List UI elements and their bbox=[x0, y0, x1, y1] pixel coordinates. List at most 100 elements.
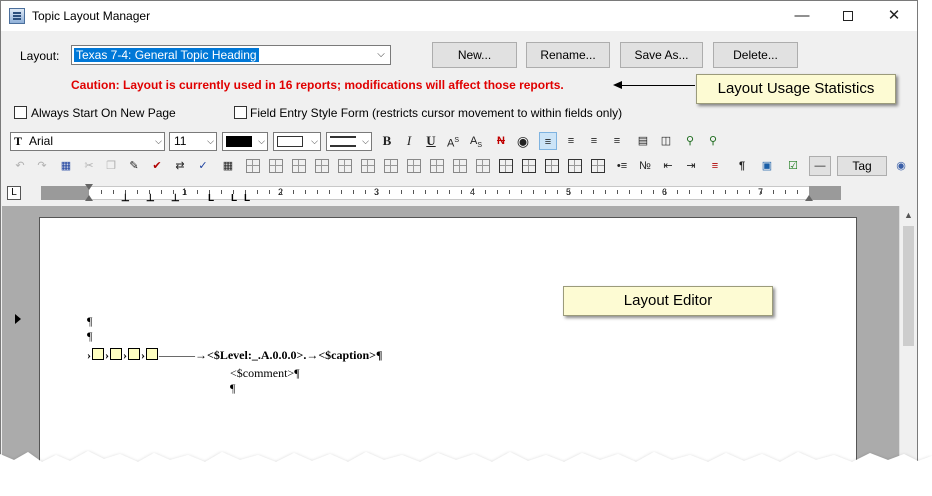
table-split-icon[interactable] bbox=[361, 159, 375, 173]
ruler-tick bbox=[725, 190, 726, 194]
close-button[interactable]: ✕ bbox=[871, 1, 917, 31]
cell-border-inside-icon[interactable] bbox=[476, 159, 490, 173]
clear-format-icon[interactable]: ✔ bbox=[148, 157, 166, 175]
maximize-button[interactable] bbox=[825, 1, 871, 31]
cell-border-outside-icon[interactable] bbox=[499, 159, 513, 173]
globe-icon[interactable]: ◉ bbox=[892, 157, 910, 175]
ruler-tick bbox=[605, 190, 606, 194]
first-line-indent-marker[interactable] bbox=[85, 184, 93, 190]
delete-button[interactable]: Delete... bbox=[713, 42, 798, 68]
table-merge-icon[interactable] bbox=[338, 159, 352, 173]
ruler-tick bbox=[317, 190, 318, 194]
web-link-icon[interactable]: ◉ bbox=[514, 132, 532, 150]
page-icon[interactable]: ◫ bbox=[657, 132, 675, 150]
show-paragraph-marks-icon[interactable]: ¶ bbox=[733, 157, 751, 175]
cell-border-top-icon[interactable] bbox=[430, 159, 444, 173]
table-insert-row-icon[interactable] bbox=[246, 159, 260, 173]
layout-dropdown[interactable]: Texas 7-4: General Topic Heading ⌵ bbox=[71, 45, 391, 65]
field-box[interactable] bbox=[128, 348, 140, 360]
minimize-button[interactable]: — bbox=[779, 1, 825, 31]
tab-arrow: › bbox=[123, 348, 127, 362]
align-justify-icon[interactable]: ≡ bbox=[585, 132, 603, 150]
field-box[interactable] bbox=[110, 348, 122, 360]
field-box[interactable] bbox=[146, 348, 158, 360]
field-box[interactable] bbox=[92, 348, 104, 360]
horizontal-line-icon[interactable]: — bbox=[809, 156, 831, 176]
align-center-icon[interactable]: ≡ bbox=[562, 132, 580, 150]
cell-properties-icon[interactable] bbox=[591, 159, 605, 173]
tab-type-selector[interactable]: L bbox=[7, 186, 21, 200]
table-insert-column-icon[interactable] bbox=[269, 159, 283, 173]
comment-field-line[interactable]: <$comment>¶ bbox=[230, 366, 300, 381]
italic-button[interactable]: I bbox=[400, 132, 418, 150]
layout-selected-value: Texas 7-4: General Topic Heading bbox=[73, 47, 260, 63]
page-break-icon[interactable]: ≡ bbox=[706, 157, 724, 175]
level-field: <$Level:_.A.0.0.0>. bbox=[207, 348, 307, 362]
scroll-up-icon[interactable]: ▲ bbox=[900, 210, 917, 220]
ruler-tick bbox=[485, 190, 486, 194]
ruler-tick bbox=[521, 190, 522, 194]
increase-indent-icon[interactable]: ⇥ bbox=[682, 157, 700, 175]
ruler-tick bbox=[665, 190, 666, 194]
underline-button[interactable]: U bbox=[422, 132, 440, 150]
bold-button[interactable]: B bbox=[378, 132, 396, 150]
superscript-button[interactable]: AS bbox=[444, 132, 462, 150]
new-button[interactable]: New... bbox=[432, 42, 517, 68]
numbered-list-icon[interactable]: № bbox=[636, 157, 654, 175]
undo-icon[interactable]: ↶ bbox=[11, 157, 29, 175]
field-entry-checkbox[interactable] bbox=[234, 106, 247, 119]
paragraph-format-icon[interactable]: ▤ bbox=[634, 132, 652, 150]
cell-border-right-icon[interactable] bbox=[407, 159, 421, 173]
insert-image-icon[interactable]: ▣ bbox=[758, 157, 776, 175]
copy-icon[interactable]: ❐ bbox=[102, 157, 120, 175]
paragraph-mark: ¶ bbox=[87, 314, 93, 328]
ruler-left-margin bbox=[41, 186, 89, 200]
cell-border-bottom-icon[interactable] bbox=[453, 159, 467, 173]
current-line-marker bbox=[15, 314, 21, 324]
ruler-right-margin bbox=[809, 186, 841, 200]
zoom-out-icon[interactable]: ⚲ bbox=[704, 132, 722, 150]
caution-message: Caution: Layout is currently used in 16 … bbox=[71, 78, 564, 92]
redo-icon[interactable]: ↷ bbox=[33, 157, 51, 175]
align-left-icon[interactable]: ≡ bbox=[539, 132, 557, 150]
zoom-in-icon[interactable]: ⚲ bbox=[681, 132, 699, 150]
scrollbar-thumb[interactable] bbox=[903, 226, 914, 346]
rename-button[interactable]: Rename... bbox=[526, 42, 610, 68]
font-size-value: 11 bbox=[174, 134, 187, 148]
cut-icon[interactable]: ✂ bbox=[80, 157, 98, 175]
always-start-checkbox[interactable] bbox=[14, 106, 27, 119]
subscript-button[interactable]: AS bbox=[467, 132, 485, 150]
bullet-list-icon[interactable]: •≡ bbox=[613, 157, 631, 175]
ruler-tick bbox=[545, 190, 546, 194]
heading-template-line[interactable]: › › › › ———→<$Level:_.A.0.0.0>.→<$caption>¶ bbox=[87, 348, 383, 363]
ruler-tick bbox=[257, 190, 258, 194]
insert-table-icon[interactable]: ▦ bbox=[219, 157, 237, 175]
cell-border-left-icon[interactable] bbox=[384, 159, 398, 173]
cell-shading-icon[interactable] bbox=[568, 159, 582, 173]
cell-border-all-icon[interactable] bbox=[522, 159, 536, 173]
checkbox-field-icon[interactable]: ☑ bbox=[784, 157, 802, 175]
tag-button[interactable]: Tag bbox=[837, 156, 887, 176]
text-color-dropdown[interactable]: ⌵ bbox=[222, 132, 268, 151]
format-painter-icon[interactable]: ▦ bbox=[57, 157, 75, 175]
find-replace-icon[interactable]: ⇄ bbox=[171, 157, 189, 175]
line-style-dropdown[interactable]: ⌵ bbox=[326, 132, 372, 151]
tab-stop: ⊥ bbox=[171, 193, 180, 204]
save-as-button[interactable]: Save As... bbox=[620, 42, 703, 68]
align-right-icon[interactable]: ≡ bbox=[608, 132, 626, 150]
paste-icon[interactable]: ✎ bbox=[125, 157, 143, 175]
strikethrough-button[interactable]: N bbox=[492, 132, 510, 150]
ruler-tick bbox=[677, 190, 678, 194]
font-family-dropdown[interactable]: T Arial ⌵ bbox=[10, 132, 165, 151]
spell-check-icon[interactable]: ✓ bbox=[194, 157, 212, 175]
decrease-indent-icon[interactable]: ⇤ bbox=[659, 157, 677, 175]
right-indent-marker[interactable] bbox=[805, 195, 813, 201]
vertical-scrollbar[interactable]: ▲ bbox=[899, 206, 917, 479]
font-size-dropdown[interactable]: 11 ⌵ bbox=[169, 132, 217, 151]
table-delete-row-icon[interactable] bbox=[292, 159, 306, 173]
table-delete-column-icon[interactable] bbox=[315, 159, 329, 173]
chevron-down-icon[interactable]: ⌵ bbox=[372, 46, 390, 64]
cell-border-none-icon[interactable] bbox=[545, 159, 559, 173]
border-dropdown[interactable]: ⌵ bbox=[273, 132, 321, 151]
hanging-indent-marker[interactable] bbox=[85, 195, 93, 201]
